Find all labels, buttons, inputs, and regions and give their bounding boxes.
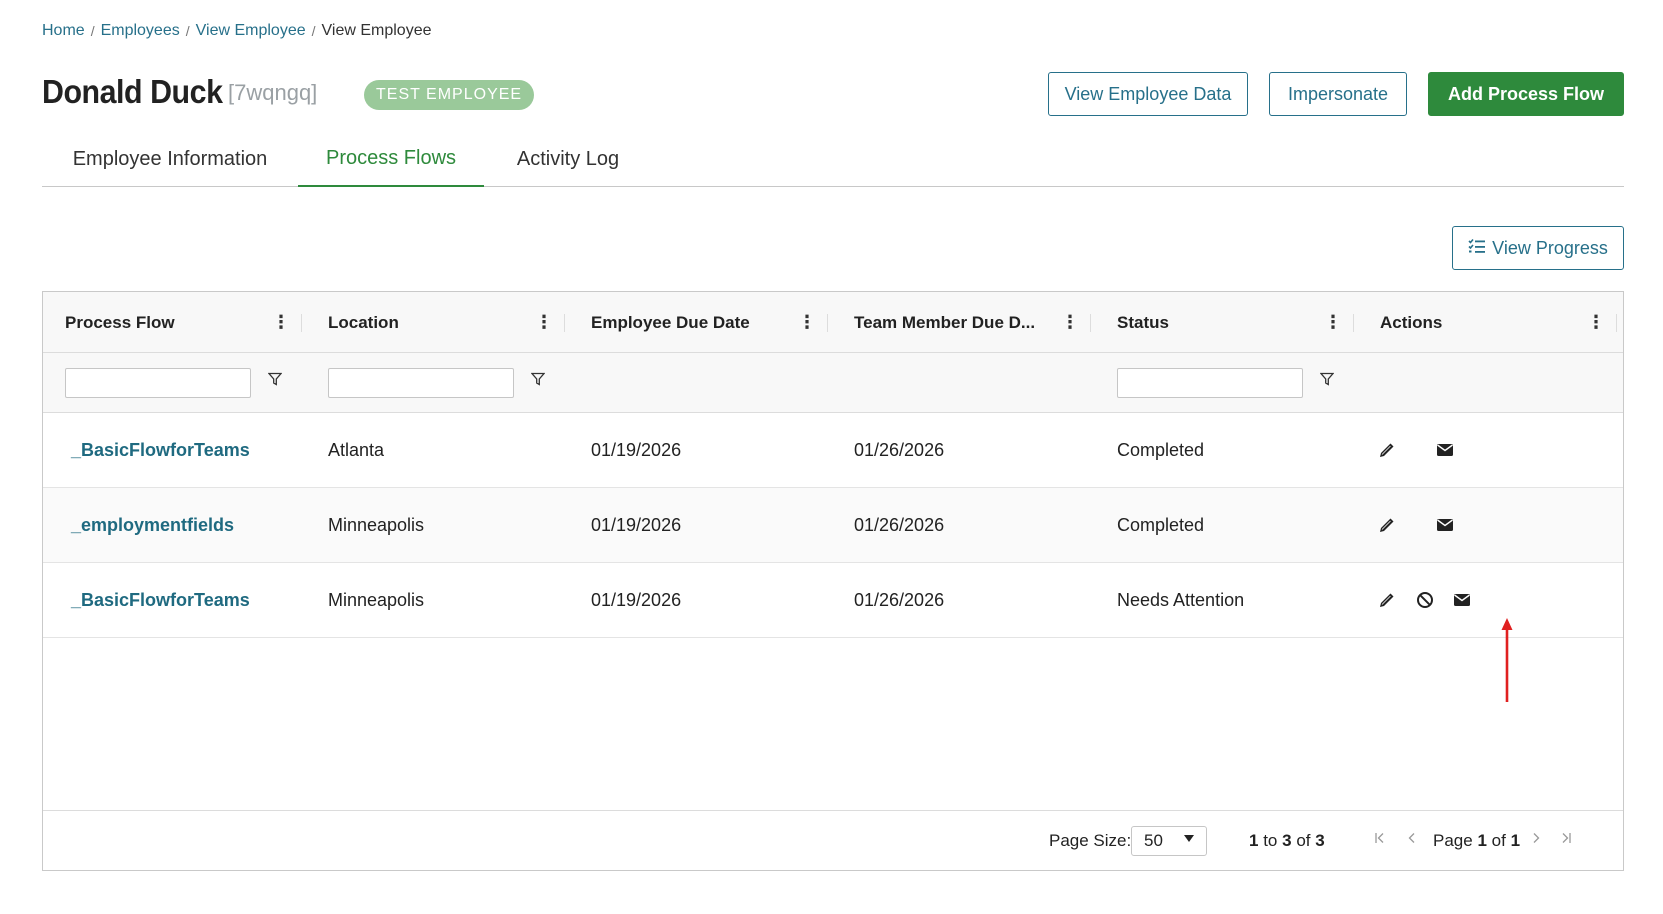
test-employee-badge: TEST EMPLOYEE xyxy=(364,80,535,110)
edit-pencil-icon[interactable] xyxy=(1377,515,1397,535)
range-to-word: to xyxy=(1263,831,1278,850)
annotation-arrow xyxy=(1501,618,1513,702)
employee-name: Donald Duck xyxy=(42,73,223,110)
column-menu-icon[interactable]: ⋮ xyxy=(798,312,816,333)
table-row: _employmentfields Minneapolis 01/19/2026… xyxy=(43,488,1623,563)
page-size-select[interactable]: 50 xyxy=(1131,826,1207,856)
grid-header: Process Flow ⋮ Location ⋮ Employee Due D… xyxy=(43,292,1623,353)
page-of-word: of xyxy=(1491,831,1506,850)
column-resize-handle[interactable] xyxy=(564,314,565,332)
add-process-flow-button[interactable]: Add Process Flow xyxy=(1428,72,1624,116)
location-filter-input[interactable] xyxy=(328,368,514,398)
tab-bar: Employee Information Process Flows Activ… xyxy=(42,132,1624,187)
process-flow-link[interactable]: _BasicFlowforTeams xyxy=(71,413,250,488)
impersonate-button[interactable]: Impersonate xyxy=(1269,72,1407,116)
location-cell: Minneapolis xyxy=(328,515,425,535)
tab-activity-log[interactable]: Activity Log xyxy=(484,132,652,187)
view-progress-button[interactable]: View Progress xyxy=(1452,226,1624,270)
process-flows-grid: Process Flow ⋮ Location ⋮ Employee Due D… xyxy=(42,291,1624,871)
table-row: _BasicFlowforTeams Atlanta 01/19/2026 01… xyxy=(43,413,1623,488)
breadcrumb-home[interactable]: Home xyxy=(42,22,85,40)
last-page-icon[interactable] xyxy=(1559,831,1573,849)
column-menu-icon[interactable]: ⋮ xyxy=(1061,312,1079,333)
breadcrumb: Home / Employees / View Employee / View … xyxy=(42,22,431,40)
team-due-date-cell: 01/26/2026 xyxy=(854,440,945,460)
range-to: 3 xyxy=(1282,831,1292,850)
breadcrumb-current: View Employee xyxy=(321,22,432,39)
employee-due-date-cell: 01/19/2026 xyxy=(591,590,682,610)
page-current: 1 xyxy=(1477,831,1487,850)
column-header-actions[interactable]: Actions xyxy=(1380,292,1442,353)
column-header-process-flow[interactable]: Process Flow xyxy=(65,292,175,353)
column-resize-handle[interactable] xyxy=(301,314,302,332)
list-check-icon xyxy=(1468,238,1486,259)
grid-footer: Page Size: 50 1 to 3 of 3 Page 1 of 1 xyxy=(43,810,1623,870)
tab-employee-information[interactable]: Employee Information xyxy=(42,132,298,187)
process-flow-filter-input[interactable] xyxy=(65,368,251,398)
column-resize-handle[interactable] xyxy=(1090,314,1091,332)
filter-row xyxy=(43,353,1623,413)
status-cell: Needs Attention xyxy=(1117,590,1245,610)
range-from: 1 xyxy=(1249,831,1259,850)
page-indicator: Page 1 of 1 xyxy=(1433,811,1520,871)
column-resize-handle[interactable] xyxy=(827,314,828,332)
column-menu-icon[interactable]: ⋮ xyxy=(272,312,290,333)
email-envelope-icon[interactable] xyxy=(1452,590,1472,610)
column-header-status[interactable]: Status xyxy=(1117,292,1169,353)
filter-icon[interactable] xyxy=(267,372,284,390)
column-header-team-member-due-date[interactable]: Team Member Due D... xyxy=(854,292,1035,353)
employee-code: [7wqngq] xyxy=(228,80,318,105)
column-menu-icon[interactable]: ⋮ xyxy=(535,312,553,333)
table-row: _BasicFlowforTeams Minneapolis 01/19/202… xyxy=(43,563,1623,638)
column-header-location[interactable]: Location xyxy=(328,292,399,353)
breadcrumb-separator: / xyxy=(185,23,190,39)
column-resize-handle[interactable] xyxy=(1353,314,1354,332)
employee-due-date-cell: 01/19/2026 xyxy=(591,515,682,535)
process-flow-link[interactable]: _employmentfields xyxy=(71,488,234,563)
status-cell: Completed xyxy=(1117,440,1205,460)
team-due-date-cell: 01/26/2026 xyxy=(854,515,945,535)
page-word: Page xyxy=(1433,831,1473,850)
breadcrumb-view-employee[interactable]: View Employee xyxy=(196,22,306,40)
page-total: 1 xyxy=(1510,831,1521,850)
column-menu-icon[interactable]: ⋮ xyxy=(1324,312,1342,333)
edit-pencil-icon[interactable] xyxy=(1377,590,1397,610)
caret-down-icon xyxy=(1184,835,1194,842)
location-cell: Minneapolis xyxy=(328,590,425,610)
team-due-date-cell: 01/26/2026 xyxy=(854,590,945,610)
first-page-icon[interactable] xyxy=(1373,831,1387,849)
tab-process-flows[interactable]: Process Flows xyxy=(298,132,484,187)
process-flow-link[interactable]: _BasicFlowforTeams xyxy=(71,563,250,638)
breadcrumb-separator: / xyxy=(311,23,316,39)
breadcrumb-employees[interactable]: Employees xyxy=(101,22,180,40)
status-cell: Completed xyxy=(1117,515,1205,535)
view-employee-data-button[interactable]: View Employee Data xyxy=(1048,72,1248,116)
column-menu-icon[interactable]: ⋮ xyxy=(1587,312,1605,333)
email-envelope-icon[interactable] xyxy=(1435,515,1455,535)
page-size-value: 50 xyxy=(1144,831,1163,850)
filter-icon[interactable] xyxy=(1319,372,1336,390)
location-cell: Atlanta xyxy=(328,440,385,460)
row-range-summary: 1 to 3 of 3 xyxy=(1249,811,1325,871)
filter-icon[interactable] xyxy=(530,372,547,390)
view-progress-label: View Progress xyxy=(1492,237,1608,258)
column-header-employee-due-date[interactable]: Employee Due Date xyxy=(591,292,750,353)
employee-due-date-cell: 01/19/2026 xyxy=(591,440,682,460)
previous-page-icon[interactable] xyxy=(1405,831,1419,849)
cancel-ban-icon[interactable] xyxy=(1415,590,1435,610)
range-total: 3 xyxy=(1315,831,1325,850)
email-envelope-icon[interactable] xyxy=(1435,440,1455,460)
column-resize-handle[interactable] xyxy=(1616,314,1617,332)
range-of-word: of xyxy=(1296,831,1311,850)
next-page-icon[interactable] xyxy=(1529,831,1543,849)
edit-pencil-icon[interactable] xyxy=(1377,440,1397,460)
status-filter-input[interactable] xyxy=(1117,368,1303,398)
breadcrumb-separator: / xyxy=(90,23,95,39)
page-size-label: Page Size: xyxy=(1049,831,1132,850)
